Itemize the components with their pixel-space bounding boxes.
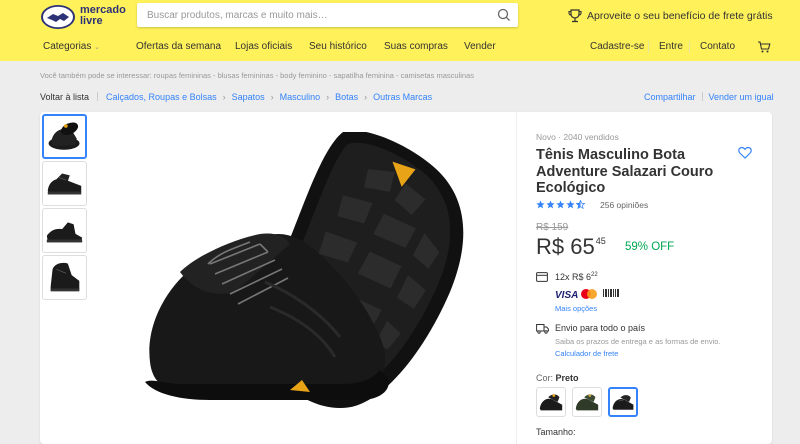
color-swatch[interactable] xyxy=(572,387,602,417)
nav-categorias[interactable]: Categorias ⌄ xyxy=(43,41,100,52)
installments-main: 12x R$ 6 xyxy=(555,272,592,282)
nav-cadastre-se[interactable]: Cadastre-se xyxy=(590,41,644,52)
nav-categorias-label: Categorias xyxy=(43,41,92,52)
mercadolivre-logo[interactable]: mercado livre xyxy=(40,4,130,30)
old-price: R$ 159 xyxy=(536,222,569,233)
price-cents: 45 xyxy=(595,236,606,246)
nav-bar: Categorias ⌄ Ofertas da semana Lojas ofi… xyxy=(0,40,800,54)
condition-sold: Novo · 2040 vendidos xyxy=(536,132,619,142)
mastercard-icon xyxy=(581,289,597,299)
breadcrumb-divider xyxy=(97,92,99,101)
star-full-icon xyxy=(536,200,545,209)
trophy-icon xyxy=(568,9,582,23)
cart-icon[interactable] xyxy=(757,40,771,54)
product-main-image[interactable] xyxy=(140,132,510,432)
nav-lojas-oficiais[interactable]: Lojas oficiais xyxy=(235,41,292,52)
star-full-icon xyxy=(566,200,575,209)
installments: 12x R$ 622 xyxy=(555,272,598,282)
discount-badge: 59% OFF xyxy=(625,241,675,253)
product-thumbnail[interactable] xyxy=(42,208,87,253)
breadcrumb-item[interactable]: Calçados, Roupas e Bolsas xyxy=(106,92,217,102)
payment-methods: VISA xyxy=(555,289,619,300)
shipping-subtitle: Saiba os prazos de entrega e as formas d… xyxy=(555,337,721,346)
related-searches[interactable]: Você também pode se interessar: roupas f… xyxy=(40,71,474,80)
chevron-down-icon: ⌄ xyxy=(94,44,101,51)
installments-cents: 22 xyxy=(591,272,598,278)
color-selector-label: Cor: Preto xyxy=(536,373,579,383)
back-to-list-link[interactable]: Voltar à lista xyxy=(40,92,89,102)
product-thumbnail[interactable] xyxy=(42,255,87,300)
product-info: Novo · 2040 vendidos Tênis Masculino Bot… xyxy=(536,112,766,444)
share-link[interactable]: Compartilhar xyxy=(644,92,696,102)
reviews-count[interactable]: 256 opiniões xyxy=(600,200,648,210)
breadcrumb-item[interactable]: Masculino xyxy=(280,92,321,102)
star-full-icon xyxy=(546,200,555,209)
chevron-right-icon: › xyxy=(270,92,274,102)
product-card: Novo · 2040 vendidos Tênis Masculino Bot… xyxy=(40,112,772,444)
search-input[interactable] xyxy=(137,3,487,27)
nav-ofertas[interactable]: Ofertas da semana xyxy=(136,41,221,52)
share-divider xyxy=(701,92,703,101)
svg-text:VISA: VISA xyxy=(555,290,578,300)
breadcrumb: Voltar à lista Calçados, Roupas e Bolsas ›… xyxy=(40,92,432,102)
color-swatch-selected[interactable] xyxy=(608,387,638,417)
nav-historico[interactable]: Seu histórico xyxy=(309,41,367,52)
nav-vender[interactable]: Vender xyxy=(464,41,496,52)
nav-compras[interactable]: Suas compras xyxy=(384,41,448,52)
breadcrumb-item[interactable]: Sapatos xyxy=(232,92,265,102)
search-icon[interactable] xyxy=(496,7,512,23)
nav-contato[interactable]: Contato xyxy=(700,41,735,52)
handshake-logo-icon xyxy=(41,5,75,29)
product-thumbnail[interactable] xyxy=(42,114,87,159)
promo-text: Aproveite o seu benefício de frete gráti… xyxy=(587,10,773,22)
price-currency: R$ xyxy=(536,234,565,259)
color-label: Cor: xyxy=(536,373,554,383)
nav-entre[interactable]: Entre xyxy=(659,41,683,52)
heart-icon[interactable] xyxy=(738,146,752,159)
nav-divider xyxy=(648,41,649,53)
search-box xyxy=(137,3,518,27)
logo-text: mercado livre xyxy=(80,5,126,27)
boleto-icon xyxy=(603,289,619,297)
logo-line2: livre xyxy=(80,15,103,27)
breadcrumb-item[interactable]: Botas xyxy=(335,92,358,102)
star-half-icon xyxy=(576,200,585,209)
sell-similar-link[interactable]: Vender um igual xyxy=(709,92,774,102)
nav-divider xyxy=(689,41,690,53)
product-thumbnail[interactable] xyxy=(42,161,87,206)
star-full-icon xyxy=(556,200,565,209)
color-value: Preto xyxy=(555,373,579,383)
price-integer: 65 xyxy=(570,234,595,259)
chevron-right-icon: › xyxy=(222,92,226,102)
shipping-title: Envio para todo o país xyxy=(555,323,646,333)
chevron-right-icon: › xyxy=(326,92,330,102)
rating-stars[interactable] xyxy=(536,200,586,210)
visa-icon: VISA xyxy=(555,290,578,300)
price: R$ 6545 xyxy=(536,234,606,260)
credit-card-icon xyxy=(536,272,548,282)
breadcrumb-item[interactable]: Outras Marcas xyxy=(373,92,432,102)
size-label: Tamanho: xyxy=(536,427,576,437)
chevron-right-icon: › xyxy=(364,92,368,102)
shipping-calculator-link[interactable]: Calculador de frete xyxy=(555,349,618,358)
more-payment-options-link[interactable]: Mais opções xyxy=(555,304,597,313)
truck-icon xyxy=(536,324,549,334)
column-divider xyxy=(516,112,517,444)
header: mercado livre Aproveite o seu benefício … xyxy=(0,0,800,61)
share-links: Compartilhar Vender um igual xyxy=(644,92,774,102)
product-title: Tênis Masculino Bota Adventure Salazari … xyxy=(536,147,714,196)
color-swatch[interactable] xyxy=(536,387,566,417)
